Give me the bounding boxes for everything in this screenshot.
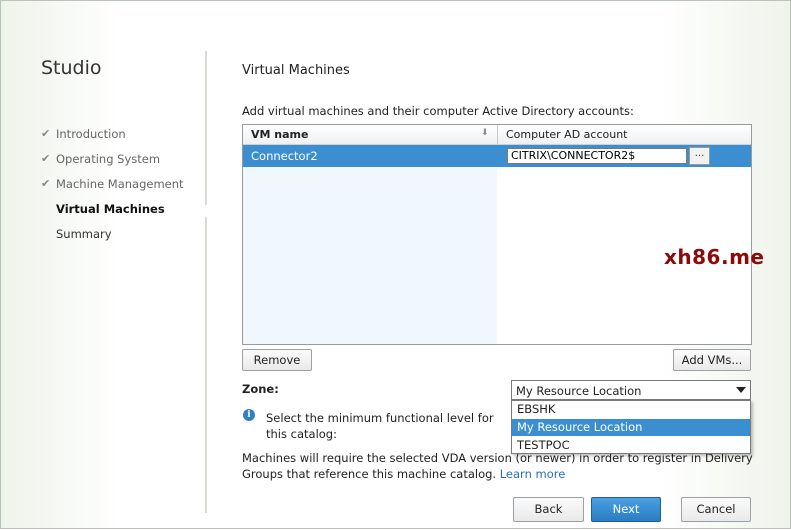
- zone-select[interactable]: My Resource Location: [511, 380, 751, 400]
- checkmark-icon: ✔: [41, 177, 51, 190]
- page-title: Virtual Machines: [242, 63, 350, 78]
- functional-level-text: Select the minimum functional level for …: [266, 411, 494, 441]
- next-button[interactable]: Next: [591, 497, 661, 522]
- instruction-text: Add virtual machines and their computer …: [242, 104, 634, 118]
- wizard-window: Studio ✔ Introduction ✔ Operating System…: [0, 0, 791, 529]
- step-label: Machine Management: [56, 177, 184, 191]
- sort-down-icon: ⬇: [481, 128, 489, 138]
- wizard-sidebar: Studio ✔ Introduction ✔ Operating System…: [1, 1, 205, 530]
- step-virtual-machines: Virtual Machines: [41, 203, 184, 228]
- column-header-vm-name[interactable]: VM name: [251, 128, 308, 141]
- step-introduction: ✔ Introduction: [41, 127, 184, 153]
- add-vms-button[interactable]: Add VMs...: [673, 349, 751, 371]
- learn-more-link[interactable]: Learn more: [500, 467, 566, 481]
- zone-selected-value: My Resource Location: [516, 384, 642, 398]
- sidebar-divider: [205, 51, 207, 513]
- current-step-pointer: [200, 204, 207, 218]
- zone-option-ebshk[interactable]: EBSHK: [512, 401, 750, 418]
- cancel-button[interactable]: Cancel: [681, 497, 751, 522]
- step-machine-management: ✔ Machine Management: [41, 177, 184, 203]
- vda-requirement-text: Machines will require the selected VDA v…: [242, 450, 754, 482]
- chevron-down-icon[interactable]: [736, 387, 746, 393]
- table-row[interactable]: Connector2 CITRIX\CONNECTOR2$ ...: [243, 145, 751, 167]
- checkmark-icon: ✔: [41, 152, 51, 165]
- zone-option-my-resource-location[interactable]: My Resource Location: [512, 419, 750, 436]
- back-button[interactable]: Back: [513, 497, 584, 522]
- vda-requirement-paragraph: Machines will require the selected VDA v…: [242, 451, 753, 481]
- column-separator[interactable]: [497, 125, 498, 144]
- ad-account-input[interactable]: CITRIX\CONNECTOR2$: [507, 148, 687, 164]
- step-operating-system: ✔ Operating System: [41, 152, 184, 178]
- zone-option-testpoc[interactable]: TESTPOC: [512, 437, 750, 454]
- remove-button[interactable]: Remove: [242, 349, 312, 371]
- step-label: Introduction: [56, 127, 126, 141]
- step-label: Operating System: [56, 152, 161, 166]
- wizard-steps: ✔ Introduction ✔ Operating System ✔ Mach…: [41, 127, 184, 253]
- step-summary: Summary: [41, 228, 184, 253]
- watermark-text: xh86.me: [664, 245, 765, 269]
- table-header: VM name ⬇ Computer AD account: [243, 125, 751, 145]
- step-label: Virtual Machines: [56, 202, 165, 216]
- column-header-ad-account[interactable]: Computer AD account: [506, 128, 628, 141]
- zone-label: Zone:: [242, 382, 279, 396]
- checkmark-icon: ✔: [41, 127, 51, 140]
- zone-dropdown-list: EBSHK My Resource Location TESTPOC: [511, 400, 751, 454]
- studio-title: Studio: [41, 57, 102, 79]
- step-label: Summary: [56, 227, 112, 241]
- info-icon: i: [243, 409, 255, 421]
- vm-table: VM name ⬇ Computer AD account Connector2…: [242, 124, 752, 345]
- vm-name-cell: Connector2: [251, 149, 318, 163]
- browse-ad-button[interactable]: ...: [689, 147, 710, 165]
